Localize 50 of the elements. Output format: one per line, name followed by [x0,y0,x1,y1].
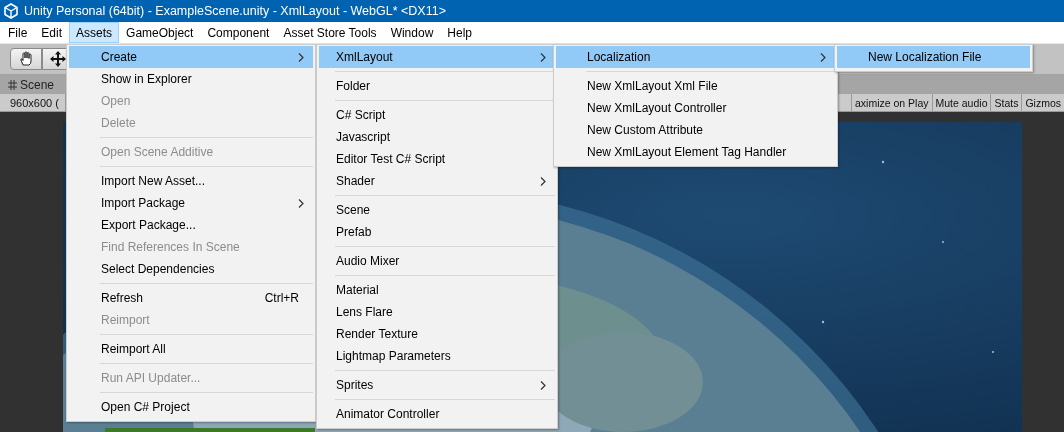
menu-item[interactable]: New XmlLayout Element Tag Handler [556,141,835,163]
menu-bar-item[interactable]: Component [200,22,277,43]
menu-item[interactable]: Editor Test C# Script [319,148,555,170]
menu-bar-item[interactable]: Assets [69,22,120,43]
resolution-dropdown[interactable]: 960x600 ( [0,94,66,111]
menu-bar-item[interactable]: Help [440,22,479,43]
menu-bar-item[interactable]: Edit [34,22,70,43]
menu-item[interactable]: New XmlLayout Controller [556,97,835,119]
menu-item[interactable]: XmlLayout [319,46,555,68]
toolbar-toggle[interactable]: Stats [990,94,1022,111]
menu-item[interactable]: Create [69,46,313,68]
toolbar-toggle[interactable]: Mute audio [931,94,991,111]
app-logo-icon [3,3,19,19]
menu-item[interactable]: Open C# Project [69,396,313,418]
menu-item[interactable]: Lens Flare [319,301,555,323]
menu-item[interactable]: Sprites [319,374,555,396]
scene-tab[interactable]: Scene [20,78,55,92]
menu-item[interactable]: Audio Mixer [319,250,555,272]
toolbar-toggle[interactable]: Gizmos [1021,94,1064,111]
menu-item[interactable]: Localization [556,46,835,68]
menu-bar-item[interactable]: File [1,22,35,43]
menu-item[interactable]: New XmlLayout Xml File [556,75,835,97]
menu-item[interactable]: Scene [319,199,555,221]
menu-item[interactable]: Refresh Ctrl+R [69,287,313,309]
menu-item[interactable]: C# Script [319,104,555,126]
menu-item[interactable]: Export Package... [69,214,313,236]
menu-item[interactable]: New Custom Attribute [556,119,835,141]
menu-item[interactable]: Reimport All [69,338,313,360]
toolbar-toggle[interactable]: aximize on Play [851,94,932,111]
menu-item[interactable]: Select Dependencies [69,258,313,280]
menu-item[interactable]: Show in Explorer [69,68,313,90]
hand-icon [18,51,34,67]
menu-item[interactable]: Render Texture [319,323,555,345]
menu-bar-item[interactable]: Asset Store Tools [276,22,384,43]
menu-item[interactable]: Import Package [69,192,313,214]
window-title: Unity Personal (64bit) - ExampleScene.unity - XmlLayout - WebGL* <DX11> [24,4,446,18]
menu-item[interactable]: Animator Controller [319,403,555,425]
menu-item[interactable]: Lightmap Parameters [319,345,555,367]
menu-item[interactable]: Import New Asset... [69,170,313,192]
menu-bar-item[interactable]: Window [383,22,441,43]
menu-item[interactable]: Material [319,279,555,301]
hand-tool-button[interactable] [10,48,42,70]
menu-item[interactable]: Folder [319,75,555,97]
menu-item[interactable]: New Localization File [837,46,1030,68]
menu-item[interactable]: Shader [319,170,555,192]
menu-item[interactable]: Javascript [319,126,555,148]
menu-item[interactable]: Prefab [319,221,555,243]
hash-icon [8,80,17,90]
menu-bar-item[interactable]: GameObject [119,22,201,43]
move-icon [50,51,66,67]
